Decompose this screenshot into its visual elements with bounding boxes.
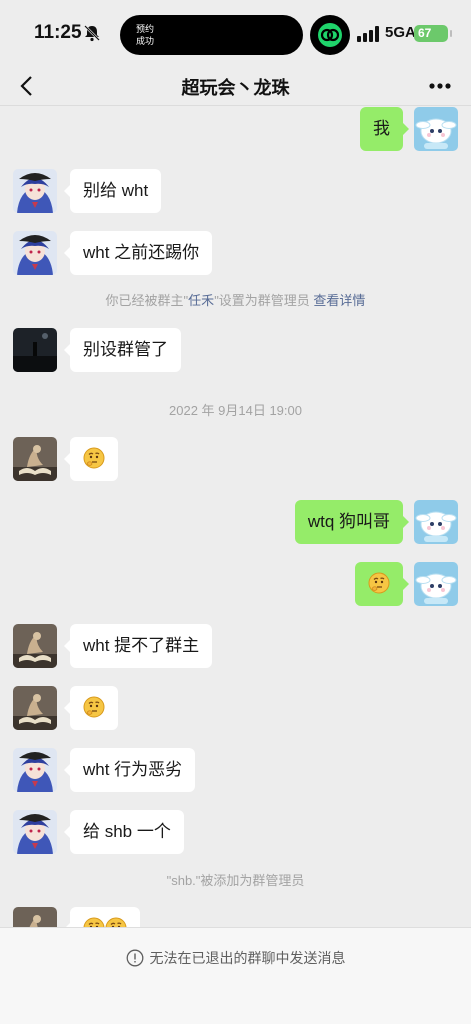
input-disabled-footer: 无法在已退出的群聊中发送消息 xyxy=(0,927,471,1024)
avatar[interactable] xyxy=(414,500,458,544)
thinking-face-icon xyxy=(83,696,105,718)
message-row: wht 之前还踢你 xyxy=(0,231,471,277)
dynamic-island[interactable]: 预约 成功 xyxy=(120,15,303,55)
info-circle-icon xyxy=(126,949,143,967)
avatar[interactable] xyxy=(13,437,57,481)
message-row: wht 提不了群主 xyxy=(0,624,471,670)
avatar[interactable] xyxy=(13,748,57,792)
battery-level: 67 xyxy=(418,26,432,40)
emoji-bubble[interactable] xyxy=(64,907,140,927)
system-notice: "shb."被添加为群管理员 xyxy=(166,873,305,888)
signal-bars-icon xyxy=(357,26,379,42)
avatar[interactable] xyxy=(13,328,57,372)
avatar[interactable] xyxy=(13,907,57,927)
message-row: 我 xyxy=(0,107,471,153)
message-bubble[interactable]: 别给 wht xyxy=(63,169,162,213)
island-app-bubble[interactable] xyxy=(310,15,350,55)
avatar[interactable] xyxy=(414,107,458,151)
island-line-2: 成功 xyxy=(136,36,155,46)
emoji-bubble[interactable] xyxy=(64,686,118,730)
timestamp: 2022 年 9月14日 19:00 xyxy=(169,403,302,418)
chat-title[interactable]: 超玩会丶龙珠 xyxy=(0,74,471,100)
thinking-face-icon xyxy=(83,917,105,927)
thinking-face-icon xyxy=(105,917,127,927)
message-row: wht 行为恶劣 xyxy=(0,748,471,794)
message-row xyxy=(0,562,471,608)
system-notice-suffix: "设置为群管理员 xyxy=(214,293,314,308)
avatar[interactable] xyxy=(414,562,458,606)
message-bubble[interactable]: wtq 狗叫哥 xyxy=(294,500,410,544)
avatar[interactable] xyxy=(13,810,57,854)
message-row: 别设群管了 xyxy=(0,328,471,374)
message-row: 别给 wht xyxy=(0,169,471,215)
group-owner-name[interactable]: 任禾 xyxy=(188,293,214,308)
message-row: wtq 狗叫哥 xyxy=(0,500,471,546)
message-bubble[interactable]: 给 shb 一个 xyxy=(64,810,184,854)
system-notice: 你已经被群主"任禾"设置为群管理员 查看详情 xyxy=(0,290,471,309)
avatar[interactable] xyxy=(13,169,57,213)
message-row: 给 shb 一个 xyxy=(0,810,471,856)
message-bubble[interactable]: wht 提不了群主 xyxy=(63,624,213,668)
emoji-bubble[interactable] xyxy=(64,437,118,481)
message-bubble[interactable]: wht 行为恶劣 xyxy=(63,748,196,792)
network-type: 5GA xyxy=(385,24,416,41)
muted-bell-icon xyxy=(84,25,100,42)
linked-rings-icon xyxy=(318,23,342,47)
thinking-face-icon xyxy=(83,447,105,469)
message-bubble[interactable]: 我 xyxy=(360,107,409,151)
avatar[interactable] xyxy=(13,686,57,730)
more-options-icon[interactable] xyxy=(429,83,451,89)
chat-header: 超玩会丶龙珠 xyxy=(0,66,471,106)
message-list[interactable]: 我 别给 wht wht 之前还踢你 你已经被群主"任禾"设置为群管理员 查看详… xyxy=(0,107,471,927)
message-row xyxy=(0,437,471,483)
avatar[interactable] xyxy=(13,624,57,668)
clock: 11:25 xyxy=(34,22,82,43)
system-notice-prefix: 你已经被群主" xyxy=(105,293,189,308)
message-row xyxy=(0,907,471,927)
message-row xyxy=(0,686,471,732)
footer-notice: 无法在已退出的群聊中发送消息 xyxy=(149,950,346,966)
status-bar: 11:25 预约 成功 5GA 67 xyxy=(0,0,471,66)
island-line-1: 预约 xyxy=(136,24,155,34)
battery-indicator: 67 xyxy=(414,25,452,42)
view-details-link[interactable]: 查看详情 xyxy=(313,293,365,308)
avatar[interactable] xyxy=(13,231,57,275)
message-bubble[interactable]: 别设群管了 xyxy=(64,328,181,372)
message-bubble[interactable]: wht 之前还踢你 xyxy=(63,231,213,275)
emoji-bubble[interactable] xyxy=(355,562,409,606)
thinking-face-icon xyxy=(368,572,390,594)
